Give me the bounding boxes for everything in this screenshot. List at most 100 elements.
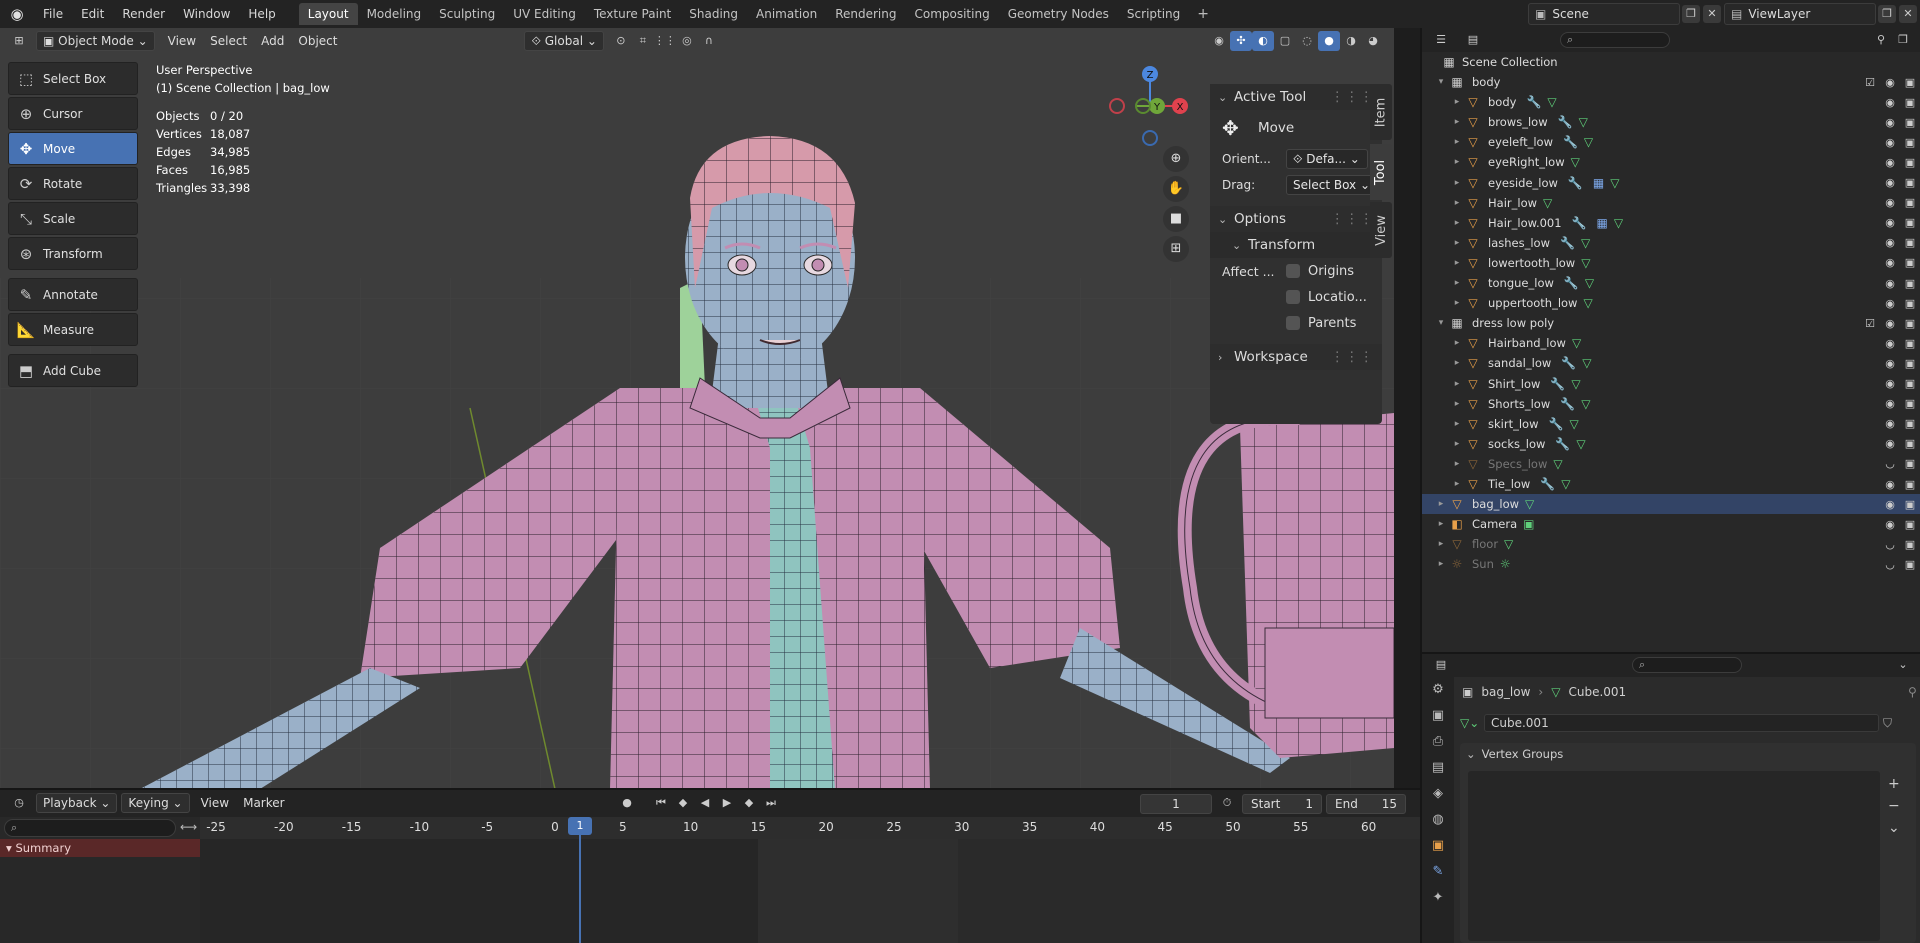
mesh-data-icon[interactable]: ▽ <box>1576 437 1585 451</box>
viewport-menu-view[interactable]: View <box>161 31 203 51</box>
render-camera-icon[interactable]: ▣ <box>1900 76 1920 89</box>
outliner-row[interactable]: ▸ ▽ Hair_low ▽ ◉ ▣ <box>1422 193 1920 213</box>
tool-transform[interactable]: ⊛ Transform <box>8 237 138 270</box>
mesh-data-icon[interactable]: ▽ <box>1561 477 1570 491</box>
mesh-data-icon[interactable]: ▽ <box>1585 276 1594 290</box>
render-camera-icon[interactable]: ▣ <box>1900 96 1920 109</box>
new-collection-icon[interactable]: ❐ <box>1892 30 1914 50</box>
eye-icon[interactable]: ◉ <box>1880 156 1900 169</box>
eye-icon[interactable]: ◉ <box>1880 196 1900 209</box>
fake-user-shield-icon[interactable]: ⛉ <box>1883 716 1892 731</box>
render-camera-icon[interactable]: ▣ <box>1900 136 1920 149</box>
stopwatch-icon[interactable]: ⏱ <box>1216 793 1238 813</box>
outliner-row[interactable]: ▸ ▽ body 🔧 ▽ ◉ ▣ <box>1422 92 1920 112</box>
outliner-row[interactable]: ▸ ☼ Sun ☼ ◡ ▣ <box>1422 554 1920 574</box>
new-scene-icon[interactable]: ❐ <box>1682 5 1700 23</box>
tool-select-box[interactable]: ⬚ Select Box <box>8 62 138 95</box>
eye-icon[interactable]: ◉ <box>1880 357 1900 370</box>
record-icon[interactable]: ● <box>616 793 638 813</box>
modifier-wrench-icon[interactable]: 🔧 <box>1561 356 1576 370</box>
chevron-right-icon[interactable]: ▸ <box>1450 137 1464 147</box>
outliner-row[interactable]: ▸ ▽ lashes_low 🔧 ▽ ◉ ▣ <box>1422 233 1920 253</box>
separator[interactable] <box>0 788 1420 790</box>
tab-uv-editing[interactable]: UV Editing <box>504 3 585 25</box>
filter-icon[interactable]: ⚲ <box>1870 30 1892 50</box>
jump-start-icon[interactable]: ⏮ <box>650 793 672 813</box>
modifier-wrench-icon[interactable]: 🔧 <box>1550 377 1565 391</box>
mesh-data-icon[interactable]: ▽ <box>1583 296 1592 310</box>
tab-layout[interactable]: Layout <box>298 3 358 25</box>
modifier-wrench-icon[interactable]: 🔧 <box>1563 135 1578 149</box>
transform-subheader[interactable]: ⌄ Transform <box>1210 232 1382 258</box>
view-layer-tab-icon[interactable]: ▤ <box>1422 755 1454 781</box>
blender-logo-icon[interactable]: ◉ <box>0 5 34 23</box>
camera-view-icon[interactable]: ■ <box>1163 206 1189 232</box>
hidden-eye-icon[interactable]: ◡ <box>1880 457 1900 470</box>
outliner-row[interactable]: ▸ ▽ skirt_low 🔧 ▽ ◉ ▣ <box>1422 414 1920 434</box>
chevron-right-icon[interactable]: ▸ <box>1450 419 1464 429</box>
delete-scene-icon[interactable]: ✕ <box>1703 5 1721 23</box>
render-camera-icon[interactable]: ▣ <box>1900 236 1920 249</box>
render-camera-icon[interactable]: ▣ <box>1900 297 1920 310</box>
workspace-header[interactable]: › Workspace ⋮⋮⋮ <box>1210 344 1382 370</box>
outliner-row[interactable]: ▸ ▽ Shirt_low 🔧 ▽ ◉ ▣ <box>1422 374 1920 394</box>
tab-scripting[interactable]: Scripting <box>1118 3 1189 25</box>
mesh-data-icon[interactable]: ▽ <box>1525 497 1534 511</box>
chevron-right-icon[interactable]: ▸ <box>1450 379 1464 389</box>
chevron-right-icon[interactable]: ▸ <box>1450 298 1464 308</box>
tab-compositing[interactable]: Compositing <box>905 3 998 25</box>
outliner-editor-icon[interactable]: ☰ <box>1430 30 1452 50</box>
modifier-wrench-icon[interactable]: 🔧 <box>1555 437 1570 451</box>
chevron-right-icon[interactable]: ▸ <box>1450 399 1464 409</box>
tool-annotate[interactable]: ✎ Annotate <box>8 278 138 311</box>
rendered-shading-icon[interactable]: ◕ <box>1362 31 1384 51</box>
frame-ruler[interactable]: -25 -20 -15 -10 -5 0 5 10 15 20 25 30 35 40 45 50 55 60 <box>200 817 1420 839</box>
outliner-row[interactable]: ▸ ▽ Shorts_low 🔧 ▽ ◉ ▣ <box>1422 394 1920 414</box>
outliner-row[interactable]: ▸ ▽ floor ▽ ◡ ▣ <box>1422 534 1920 554</box>
mesh-data-icon[interactable]: ▽ <box>1581 397 1590 411</box>
mesh-data-icon[interactable]: ▽ <box>1553 457 1562 471</box>
tool-scale[interactable]: ⤡ Scale <box>8 202 138 235</box>
mesh-data-name-field[interactable]: Cube.001 <box>1484 714 1879 732</box>
eye-icon[interactable]: ◉ <box>1880 96 1900 109</box>
mesh-data-icon[interactable]: ▽ <box>1584 135 1593 149</box>
checkbox[interactable] <box>1286 290 1300 304</box>
render-camera-icon[interactable]: ▣ <box>1900 417 1920 430</box>
render-camera-icon[interactable]: ▣ <box>1900 478 1920 491</box>
menu-render[interactable]: Render <box>113 0 174 28</box>
modifier-wrench-icon[interactable]: 🔧 <box>1548 417 1563 431</box>
prev-keyframe-icon[interactable]: ◆ <box>672 793 694 813</box>
affect-option-0[interactable]: Origins <box>1210 258 1354 284</box>
xray-icon[interactable]: ▢ <box>1274 31 1296 51</box>
menu-help[interactable]: Help <box>239 0 284 28</box>
tool-settings-tab-icon[interactable]: ⚙ <box>1422 677 1454 703</box>
eye-icon[interactable]: ◉ <box>1880 317 1900 330</box>
mesh-data-icon[interactable]: ▽ <box>1581 256 1590 270</box>
separator[interactable] <box>1420 28 1422 943</box>
mesh-data-icon[interactable]: ▽ <box>1543 196 1552 210</box>
render-camera-icon[interactable]: ▣ <box>1900 377 1920 390</box>
render-camera-icon[interactable]: ▣ <box>1900 437 1920 450</box>
outliner-row[interactable]: ▸ ▽ Specs_low ▽ ◡ ▣ <box>1422 454 1920 474</box>
include-checkbox-icon[interactable]: ☑ <box>1860 76 1880 89</box>
orientation-dropdown[interactable]: ⟐ Defa... ⌄ <box>1286 149 1368 169</box>
eye-icon[interactable]: ◉ <box>1880 518 1900 531</box>
mode-selector[interactable]: ▣ Object Mode ⌄ <box>36 31 155 51</box>
chevron-right-icon[interactable]: ▸ <box>1434 539 1448 549</box>
eye-icon[interactable]: ◉ <box>1880 377 1900 390</box>
sidebar-tab-item[interactable]: Item <box>1370 84 1392 140</box>
mesh-data-icon[interactable]: ▽ <box>1504 537 1513 551</box>
eye-icon[interactable]: ◉ <box>1880 116 1900 129</box>
chevron-down-icon[interactable]: ⌄ <box>1892 655 1914 675</box>
mesh-data-icon[interactable]: ▽ <box>1579 115 1588 129</box>
proportional-edit-icon[interactable]: ◎ <box>676 31 698 51</box>
modifier-wrench-icon[interactable]: 🔧 <box>1564 276 1579 290</box>
menu-window[interactable]: Window <box>174 0 239 28</box>
mesh-data-selector[interactable]: ▽⌄ Cube.001 ⛉ <box>1460 713 1892 733</box>
vertex-groups-header[interactable]: ⌄ Vertex Groups <box>1460 743 1916 765</box>
outliner-row[interactable]: ▸ ▽ sandal_low 🔧 ▽ ◉ ▣ <box>1422 353 1920 373</box>
eye-icon[interactable]: ◉ <box>1880 437 1900 450</box>
tab-texture-paint[interactable]: Texture Paint <box>585 3 680 25</box>
tool-rotate[interactable]: ⟳ Rotate <box>8 167 138 200</box>
outliner-row[interactable]: ▸ ▽ tongue_low 🔧 ▽ ◉ ▣ <box>1422 273 1920 293</box>
